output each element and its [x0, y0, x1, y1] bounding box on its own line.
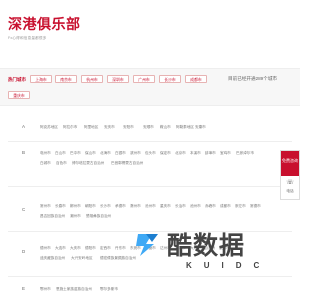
letter-b: B — [22, 150, 26, 155]
hot-city-shenzhen[interactable]: 深圳市 — [107, 75, 129, 83]
city-link[interactable]: 常德市 — [250, 204, 261, 209]
city-link[interactable]: 白城市 — [40, 161, 51, 166]
city-link[interactable]: 德宏傣族景颇族自治州 — [100, 256, 136, 261]
city-link[interactable]: 北海市 — [100, 151, 111, 156]
divider — [8, 186, 292, 187]
city-link[interactable]: 定西市 — [100, 246, 111, 251]
city-link[interactable]: 本溪市 — [190, 151, 201, 156]
watermark-text: 酷数据 — [167, 231, 246, 260]
city-link[interactable]: 巴彦淖尔市 — [236, 151, 254, 156]
hot-city-shanghai[interactable]: 上海市 — [30, 75, 52, 83]
city-link[interactable]: 白银市 — [115, 151, 126, 156]
city-link[interactable]: 德阳市 — [85, 246, 96, 251]
phone-label: 电话 — [286, 189, 294, 193]
letter-e: E — [22, 286, 26, 291]
hot-city-nanjing[interactable]: 南京市 — [55, 75, 77, 83]
hot-city-changsha[interactable]: 长沙市 — [159, 75, 181, 83]
hot-city-chongqing[interactable]: 重庆市 — [8, 91, 30, 99]
city-link[interactable]: 北京市 — [175, 151, 186, 156]
hot-city-hangzhou[interactable]: 杭州市 — [81, 75, 103, 83]
city-link[interactable]: 承德市 — [115, 204, 126, 209]
city-link[interactable]: 大连市 — [55, 246, 66, 251]
city-link[interactable]: 阿里地区 — [84, 125, 98, 130]
city-link[interactable]: 成都市 — [220, 204, 231, 209]
city-link[interactable]: 长治市 — [175, 204, 186, 209]
city-link[interactable]: 常州市 — [40, 204, 51, 209]
divider — [8, 276, 292, 277]
city-link[interactable]: 大兴安岭地区 — [71, 256, 93, 261]
city-link[interactable]: 安康市 — [195, 125, 206, 130]
contact-float-panel: 免费咨询 ☏ 电话 — [280, 150, 300, 200]
city-link[interactable]: 郴州市 — [70, 204, 81, 209]
phone-icon: ☏ — [286, 180, 294, 186]
divider — [8, 141, 292, 142]
city-link[interactable]: 大庆市 — [70, 246, 81, 251]
watermark-logo-icon — [136, 234, 158, 256]
city-link[interactable]: 重庆市 — [160, 204, 171, 209]
city-link[interactable]: 阿拉尔市 — [63, 125, 77, 130]
city-link[interactable]: 包头市 — [145, 151, 156, 156]
city-link[interactable]: 保定市 — [160, 151, 171, 156]
free-consult-button[interactable]: 免费咨询 — [281, 151, 299, 176]
letter-c: C — [22, 207, 26, 212]
city-link[interactable]: 宝鸡市 — [220, 151, 231, 156]
city-link[interactable]: 赤峰市 — [205, 204, 216, 209]
city-link[interactable]: 鞍山市 — [160, 125, 171, 130]
letter-d: D — [22, 249, 26, 254]
city-link[interactable]: 楚雄彝族自治州 — [86, 214, 111, 219]
city-link[interactable]: 长沙市 — [100, 204, 111, 209]
city-link[interactable]: 巴中市 — [70, 151, 81, 156]
city-link[interactable]: 亳州市 — [40, 151, 51, 156]
phone-button[interactable]: ☏ 电话 — [281, 176, 299, 201]
city-link[interactable]: 昌吉回族自治州 — [40, 214, 65, 219]
city-link[interactable]: 滨州市 — [130, 151, 141, 156]
city-link[interactable]: 恩施土家族苗族自治州 — [56, 287, 92, 292]
city-link[interactable]: 沧州市 — [145, 204, 156, 209]
city-link[interactable]: 池州市 — [190, 204, 201, 209]
watermark-subtext: KUIDC — [186, 261, 272, 270]
city-link[interactable]: 崇左市 — [235, 204, 246, 209]
page: 深港俱乐部 Fx心得和信息量都很多 热门城市 上海市 南京市 杭州市 深圳市 广… — [0, 0, 300, 300]
site-tagline: Fx心得和信息量都很多 — [8, 36, 47, 40]
hot-city-chengdu[interactable]: 成都市 — [185, 75, 207, 83]
city-link[interactable]: 安庆市 — [104, 125, 115, 130]
city-link[interactable]: 潮州市 — [70, 214, 81, 219]
city-link[interactable]: 安阳市 — [123, 125, 134, 130]
city-link[interactable]: 阿勒泰地区 — [176, 125, 194, 130]
city-link[interactable]: 鄂尔多斯市 — [100, 287, 118, 292]
city-link[interactable]: 迪庆藏族自治州 — [40, 256, 65, 261]
site-logo[interactable]: 深港俱乐部 — [8, 14, 81, 34]
city-link[interactable]: 鄂州市 — [40, 287, 51, 292]
city-link[interactable]: 巴音郭楞蒙古自治州 — [111, 161, 143, 166]
city-link[interactable]: 蚌埠市 — [205, 151, 216, 156]
hot-city-bar: 热门城市 上海市 南京市 杭州市 深圳市 广州市 长沙市 成都市 重庆市 目前已… — [0, 68, 300, 106]
letter-a: A — [22, 124, 26, 129]
city-link[interactable]: 百色市 — [56, 161, 67, 166]
open-city-count: 目前已经开通289个城市 — [228, 76, 278, 81]
city-link[interactable]: 阿克苏地区 — [40, 125, 58, 130]
city-link[interactable]: 朝阳市 — [85, 204, 96, 209]
city-link[interactable]: 丹东市 — [115, 246, 126, 251]
city-link[interactable]: 保山市 — [85, 151, 96, 156]
city-link[interactable]: 安顺市 — [143, 125, 154, 130]
city-link[interactable]: 德州市 — [40, 246, 51, 251]
city-link[interactable]: 白山市 — [55, 151, 66, 156]
city-link[interactable]: 博尔塔拉蒙古自治州 — [72, 161, 104, 166]
city-link[interactable]: 长春市 — [55, 204, 66, 209]
hot-city-label: 热门城市 — [8, 77, 26, 82]
hot-city-guangzhou[interactable]: 广州市 — [133, 75, 155, 83]
city-link[interactable]: 滁州市 — [130, 204, 141, 209]
